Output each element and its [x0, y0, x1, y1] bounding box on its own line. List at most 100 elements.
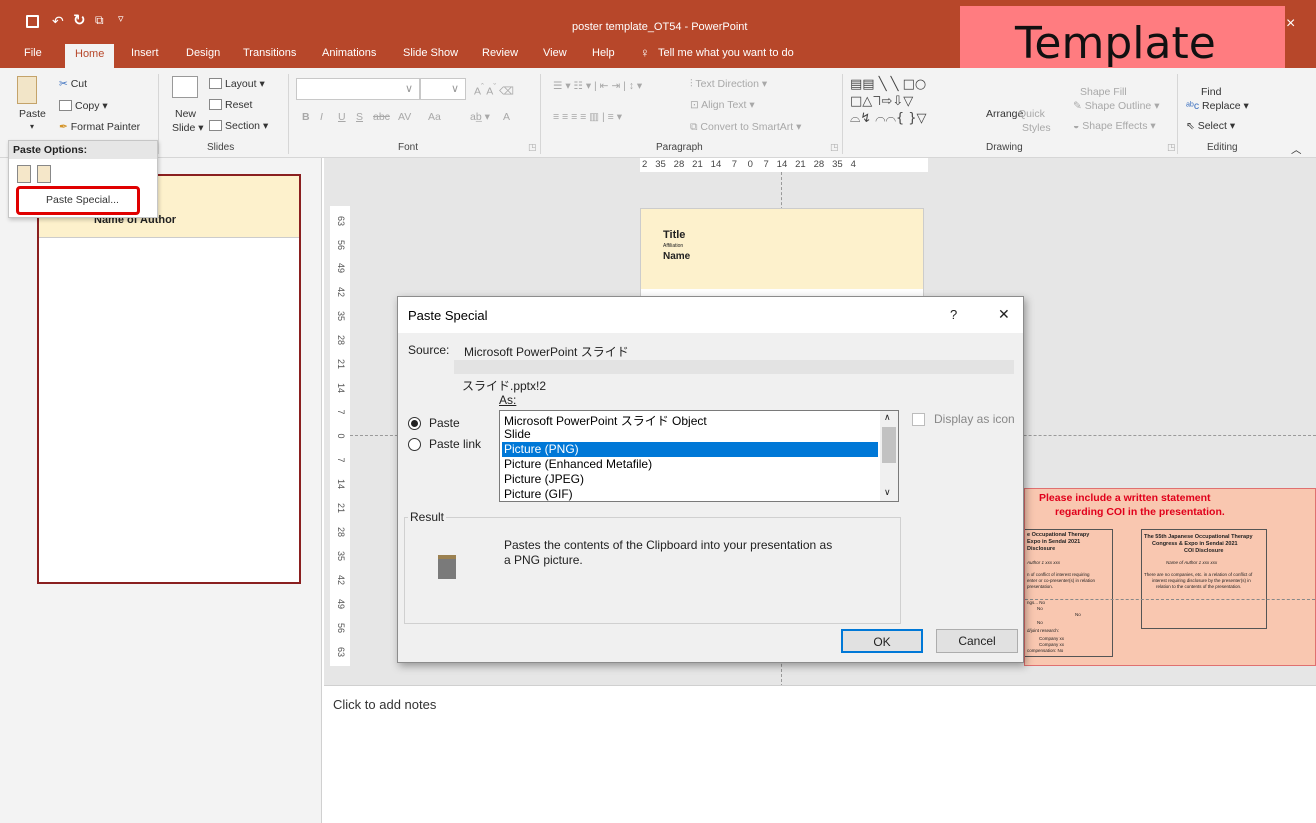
slide-name[interactable]: Name: [663, 251, 690, 262]
source-value: Microsoft PowerPoint スライド: [464, 345, 629, 359]
as-listbox[interactable]: Microsoft PowerPoint スライド Object Slide P…: [499, 410, 899, 502]
highlight-icon[interactable]: ab̲ ▾: [470, 111, 490, 123]
font-dialog-launcher[interactable]: ◳: [528, 142, 537, 153]
select-button[interactable]: ⇖ Select ▾: [1186, 120, 1235, 132]
convert-smartart-button[interactable]: ⧉ Convert to SmartArt ▾: [690, 121, 801, 134]
tab-insert[interactable]: Insert: [131, 47, 159, 59]
shapes-gallery[interactable]: ▤▤ ╲ ╲ □○ □△˥˥⇨⇩▽ ⌓↯ ⌒⌒{ }▽: [850, 76, 966, 130]
underline-button[interactable]: U: [338, 111, 346, 123]
cancel-button[interactable]: Cancel: [936, 629, 1018, 653]
notes-placeholder[interactable]: Click to add notes: [333, 697, 436, 712]
slide-thumbnail[interactable]: Name of Author: [37, 174, 301, 584]
source-file: スライド.pptx!2: [462, 379, 547, 393]
display-as-icon-checkbox[interactable]: [912, 413, 925, 426]
font-group-label: Font: [398, 142, 419, 153]
coi-sample-right: The 55th Japanese Occupational Therapy C…: [1141, 529, 1267, 629]
tab-view[interactable]: View: [543, 47, 567, 59]
list-item[interactable]: Slide: [502, 427, 878, 442]
divider: [842, 74, 843, 154]
list-item[interactable]: Picture (Enhanced Metafile): [502, 457, 878, 472]
display-as-icon-label[interactable]: Display as icon: [934, 412, 1015, 426]
ribbon: Paste ▾ ✂ Cut Copy ▾ ✒ Format Painter ◳ …: [0, 68, 1316, 158]
tab-file[interactable]: File: [24, 47, 42, 59]
cut-button[interactable]: ✂ Cut: [59, 78, 87, 90]
shadow-button[interactable]: S: [356, 111, 363, 123]
italic-button[interactable]: I: [320, 111, 323, 123]
redo-icon[interactable]: ↻: [73, 11, 86, 29]
chevron-down-icon[interactable]: ∨: [884, 487, 891, 498]
copy-button[interactable]: Copy ▾: [59, 100, 108, 112]
tab-animations[interactable]: Animations: [322, 47, 376, 59]
save-icon[interactable]: [26, 15, 39, 28]
close-window-icon[interactable]: ×: [1286, 15, 1295, 33]
paragraph-dialog-launcher[interactable]: ◳: [830, 142, 839, 153]
paste-radio[interactable]: [408, 417, 421, 430]
vertical-ruler: 63 56 49 42 35 28 21 14 7 0 7 14 21 28 3…: [330, 206, 350, 666]
new-slide-button[interactable]: Slide ▾: [172, 122, 204, 134]
paste-link-radio[interactable]: [408, 438, 421, 451]
undo-icon[interactable]: ↶: [52, 13, 64, 30]
slides-group-label: Slides: [207, 142, 235, 153]
paste-keep-source-icon[interactable]: [17, 165, 31, 183]
font-color-button[interactable]: A: [503, 111, 510, 123]
font-name-combo[interactable]: ∨: [296, 78, 420, 100]
replace-button[interactable]: ᵃᵇc Replace ▾: [1186, 100, 1249, 112]
list-item-selected[interactable]: Picture (PNG): [502, 442, 878, 457]
list-item[interactable]: Picture (JPEG): [502, 472, 878, 487]
paste-special-menu-item[interactable]: Paste Special...: [46, 194, 119, 206]
section-button[interactable]: Section ▾: [209, 120, 268, 132]
notes-pane[interactable]: Click to add notes: [324, 685, 1316, 823]
paste-radio-label[interactable]: Paste: [429, 416, 460, 430]
shape-effects-button[interactable]: ◒ Shape Effects ▾: [1073, 120, 1156, 132]
list-item[interactable]: Picture (GIF): [502, 487, 878, 501]
bullets-icon[interactable]: ☰ ▾ ☷ ▾ | ⇤ ⇥ | ↕ ▾: [553, 80, 642, 92]
paste-icon[interactable]: [17, 76, 37, 104]
paste-link-radio-label[interactable]: Paste link: [429, 437, 481, 451]
slide-title[interactable]: Title: [663, 229, 685, 241]
text-direction-button[interactable]: ⫶ Text Direction ▾: [690, 78, 767, 91]
quick-styles-button[interactable]: Styles: [1022, 122, 1051, 134]
chevron-up-icon[interactable]: ∧: [884, 412, 891, 423]
tab-design[interactable]: Design: [186, 47, 220, 59]
new-slide-icon[interactable]: [172, 76, 198, 98]
new-slide-label[interactable]: New: [175, 108, 196, 120]
close-icon[interactable]: ✕: [998, 306, 1010, 323]
listbox-scrollbar[interactable]: ∧ ∨: [880, 411, 898, 501]
align-text-button[interactable]: ⊡ Align Text ▾: [690, 99, 755, 111]
tab-help[interactable]: Help: [592, 47, 615, 59]
collapse-ribbon-icon[interactable]: ︿: [1291, 142, 1302, 157]
shape-fill-button[interactable]: Shape Fill: [1080, 86, 1127, 98]
slide-affiliation[interactable]: Affiliation: [663, 243, 683, 249]
tab-review[interactable]: Review: [482, 47, 518, 59]
list-item[interactable]: Microsoft PowerPoint スライド Object: [502, 412, 878, 427]
character-spacing-button[interactable]: AV: [398, 111, 411, 123]
tell-me-search[interactable]: Tell me what you want to do: [658, 47, 794, 59]
change-case-button[interactable]: Aa: [428, 111, 441, 123]
paste-button[interactable]: Paste: [19, 108, 46, 120]
shape-outline-button[interactable]: ✎ Shape Outline ▾: [1073, 100, 1159, 112]
align-icons[interactable]: ≡ ≡ ≡ ≡ ▥ | ≡ ▾: [553, 111, 622, 123]
paste-dropdown-icon[interactable]: ▾: [30, 122, 34, 131]
customize-toolbar-icon[interactable]: ▿: [118, 12, 124, 25]
layout-button[interactable]: Layout ▾: [209, 78, 265, 90]
drawing-dialog-launcher[interactable]: ◳: [1167, 142, 1176, 153]
paste-as-picture-icon[interactable]: [37, 165, 51, 183]
ok-button[interactable]: OK: [841, 629, 923, 653]
font-size-combo[interactable]: ∨: [420, 78, 466, 100]
section-icon: [209, 120, 222, 131]
scroll-thumb[interactable]: [882, 427, 896, 463]
start-from-beginning-icon[interactable]: ⧉: [95, 13, 104, 28]
tab-transitions[interactable]: Transitions: [243, 47, 296, 59]
format-painter-button[interactable]: ✒ Format Painter: [59, 121, 140, 133]
quick-styles-label[interactable]: Quick: [1018, 108, 1045, 120]
paste-options-header: Paste Options:: [9, 141, 157, 159]
dialog-title: Paste Special: [408, 308, 488, 323]
reset-button[interactable]: Reset: [209, 99, 252, 111]
grow-shrink-font-icon[interactable]: Aˆ Aˇ ⌫: [474, 82, 514, 98]
bold-button[interactable]: B: [302, 111, 310, 123]
help-button[interactable]: ?: [950, 307, 957, 322]
tab-slide-show[interactable]: Slide Show: [403, 47, 458, 59]
strikethrough-button[interactable]: abc: [373, 111, 390, 123]
find-button[interactable]: Find: [1201, 86, 1221, 98]
tab-home[interactable]: Home: [65, 44, 115, 68]
